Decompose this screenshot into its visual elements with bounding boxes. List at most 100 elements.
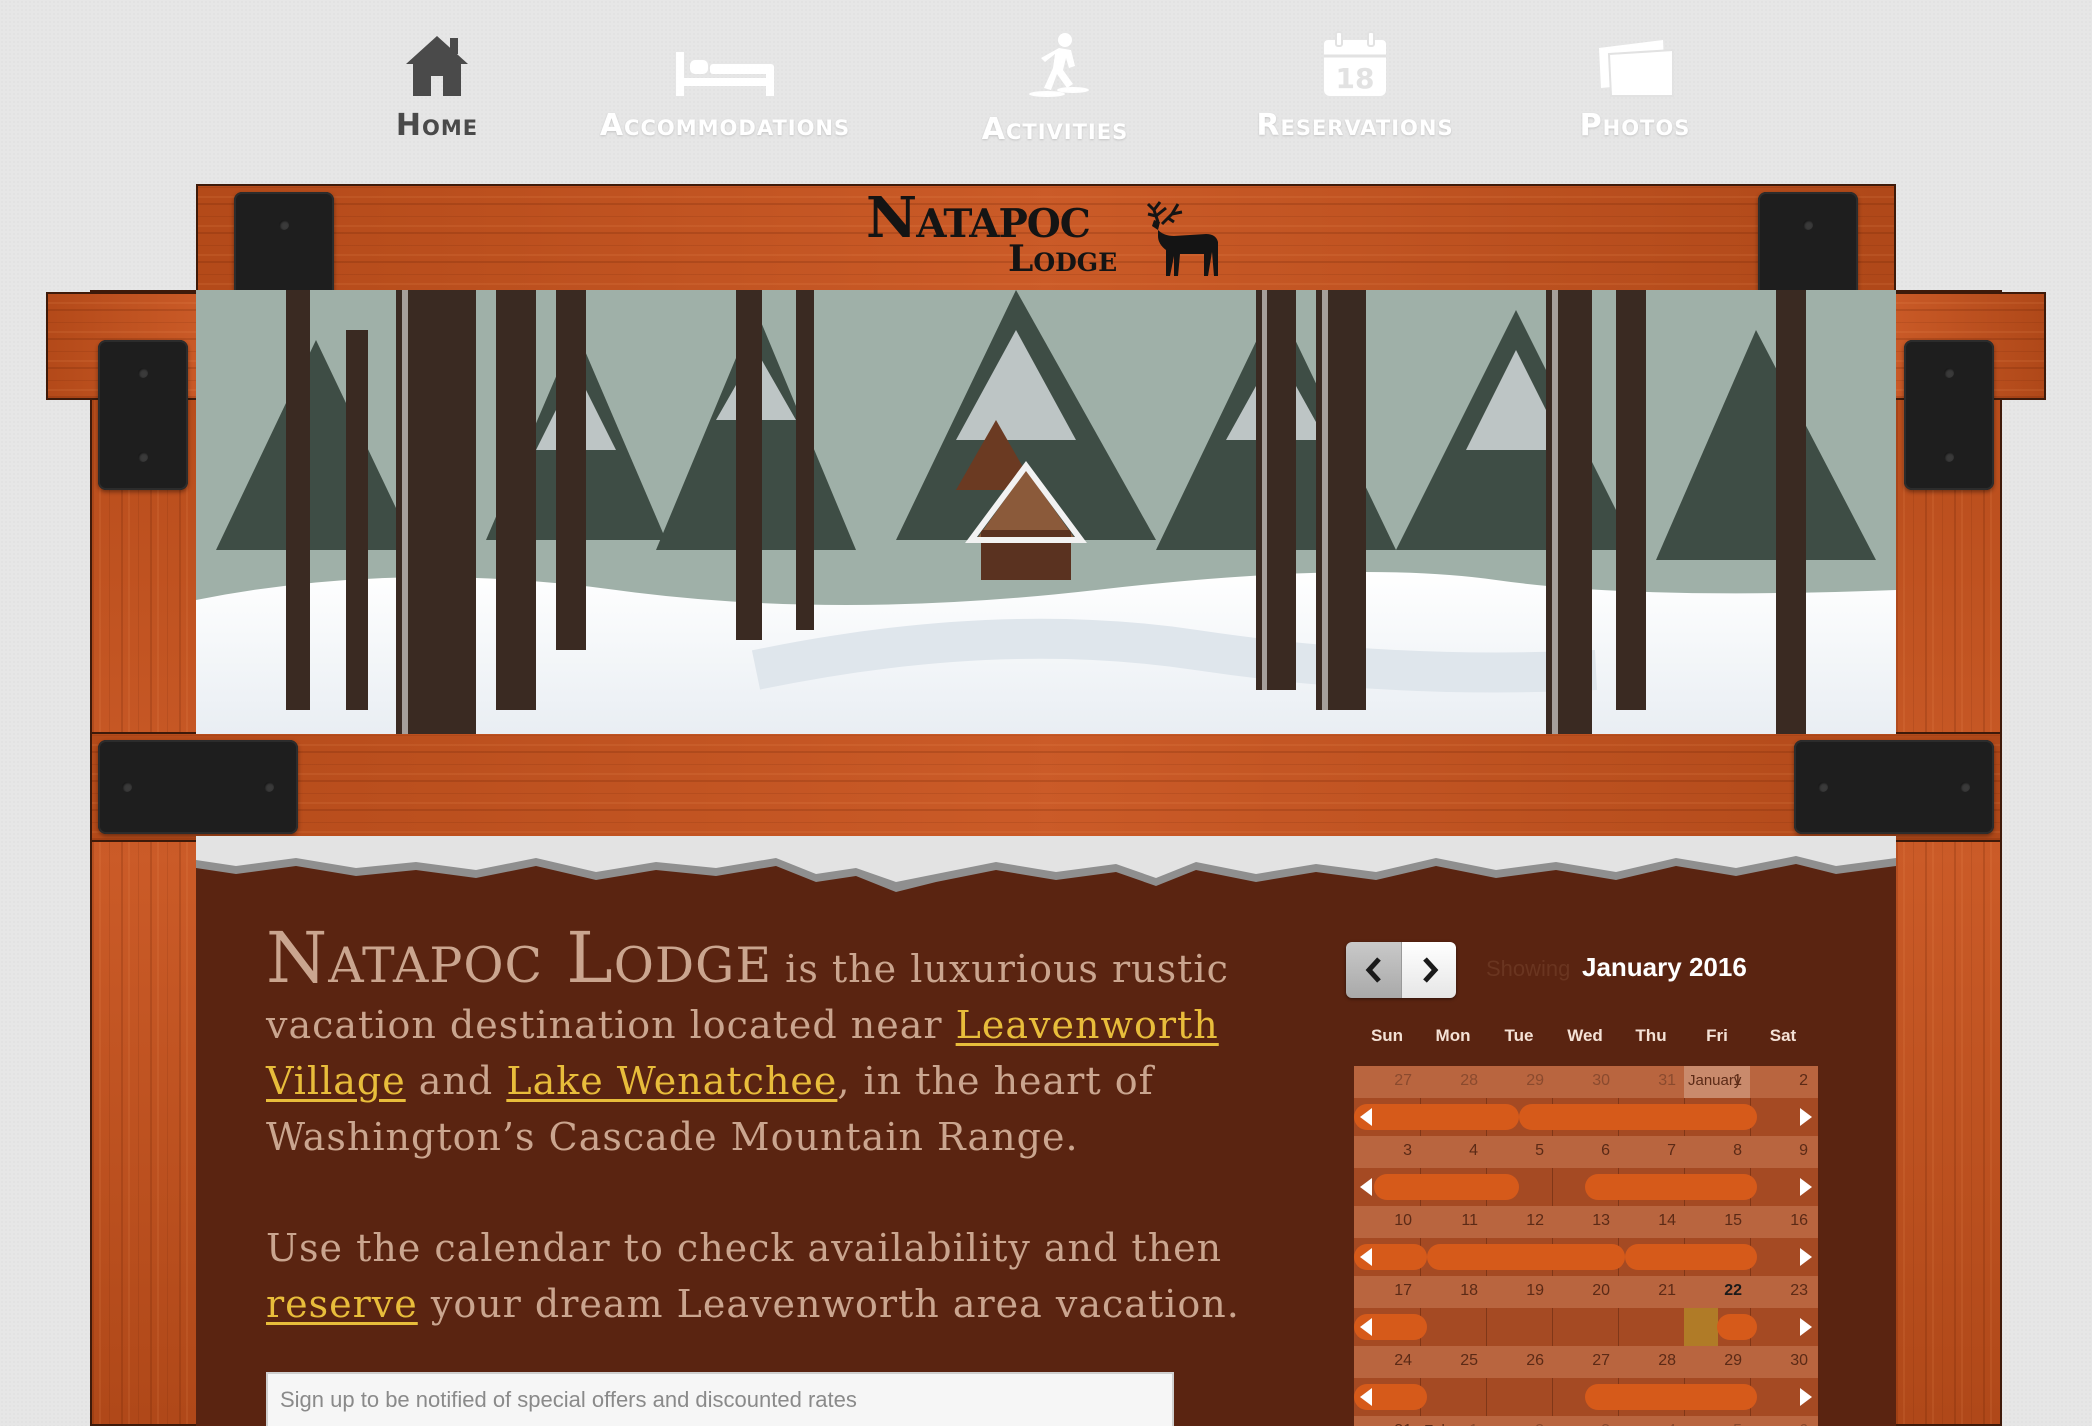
- row-next-arrow-icon[interactable]: [1800, 1388, 1812, 1406]
- site-logo[interactable]: Natapoc Lodge: [866, 190, 1236, 282]
- calendar-month-marker: January: [1688, 1072, 1742, 1089]
- calendar-day[interactable]: 15: [1684, 1206, 1750, 1238]
- lake-wenatchee-link[interactable]: Lake Wenatchee: [506, 1059, 837, 1103]
- calendar-booking-bar[interactable]: [1519, 1104, 1757, 1130]
- calendar-day[interactable]: 8: [1684, 1136, 1750, 1168]
- calendar-day[interactable]: 27: [1354, 1066, 1420, 1098]
- logo-subtitle: Lodge: [1008, 238, 1118, 280]
- row-prev-arrow-icon[interactable]: [1360, 1178, 1372, 1196]
- calendar-day[interactable]: 31: [1618, 1066, 1684, 1098]
- calendar-day[interactable]: 22: [1684, 1276, 1750, 1308]
- calendar-day[interactable]: 20: [1552, 1276, 1618, 1308]
- instructions-text-1: Use the calendar to check availability a…: [266, 1226, 1223, 1270]
- calendar-booking-bar[interactable]: [1717, 1314, 1757, 1340]
- calendar-day[interactable]: 31: [1354, 1416, 1420, 1426]
- calendar-booking-bar[interactable]: [1585, 1384, 1757, 1410]
- calendar-date-row: 24 25 26 27 28 29 30: [1354, 1346, 1818, 1378]
- weekday-fri: Fri: [1706, 1026, 1728, 1045]
- calendar-booking-bar[interactable]: [1354, 1104, 1519, 1130]
- calendar-showing-label: Showing: [1486, 956, 1571, 981]
- row-next-arrow-icon[interactable]: [1800, 1318, 1812, 1336]
- calendar-day[interactable]: 26: [1486, 1346, 1552, 1378]
- row-next-arrow-icon[interactable]: [1800, 1178, 1812, 1196]
- calendar-day[interactable]: 28: [1420, 1066, 1486, 1098]
- calendar-day[interactable]: 18: [1420, 1276, 1486, 1308]
- weekday-sat: Sat: [1769, 1026, 1797, 1045]
- calendar-day[interactable]: 3: [1354, 1136, 1420, 1168]
- instructions-text-2: your dream Leavenworth area vacation.: [417, 1282, 1240, 1326]
- bed-icon: [676, 52, 774, 96]
- calendar-availability-row: [1354, 1378, 1818, 1416]
- calendar-day[interactable]: 10: [1354, 1206, 1420, 1238]
- nav-accommodations[interactable]: Accommodations: [590, 30, 860, 143]
- calendar-day[interactable]: 28: [1618, 1346, 1684, 1378]
- row-prev-arrow-icon[interactable]: [1360, 1318, 1372, 1336]
- bracket-side-left: [98, 340, 188, 490]
- bracket-side-right: [1904, 340, 1994, 490]
- snowy-forest-illustration: [196, 290, 1896, 734]
- weekday-thu: Thu: [1635, 1026, 1667, 1045]
- calendar-day[interactable]: 16: [1750, 1206, 1816, 1238]
- calendar-day[interactable]: 21: [1618, 1276, 1684, 1308]
- calendar-day[interactable]: 30: [1750, 1346, 1816, 1378]
- hero-image: [196, 290, 1896, 734]
- calendar-booking-bar[interactable]: [1624, 1244, 1757, 1270]
- snowshoe-hiker-icon: [1029, 33, 1089, 97]
- calendar-day[interactable]: 2: [1750, 1066, 1816, 1098]
- calendar-day[interactable]: 9: [1750, 1136, 1816, 1168]
- calendar-day[interactable]: 23: [1750, 1276, 1816, 1308]
- row-prev-arrow-icon[interactable]: [1360, 1388, 1372, 1406]
- calendar-day[interactable]: 6: [1750, 1416, 1816, 1426]
- calendar-date-row: 10 11 12 13 14 15 16: [1354, 1206, 1818, 1238]
- calendar-day[interactable]: 30: [1552, 1066, 1618, 1098]
- calendar-day[interactable]: 4: [1420, 1136, 1486, 1168]
- calendar-day[interactable]: 13: [1552, 1206, 1618, 1238]
- calendar-date-row: 17 18 19 20 21 22 23: [1354, 1276, 1818, 1308]
- nav-home[interactable]: Home: [382, 30, 492, 143]
- calendar-day[interactable]: 17: [1354, 1276, 1420, 1308]
- nav-reservations[interactable]: 18 Reservations: [1240, 30, 1470, 143]
- calendar-day[interactable]: 11: [1420, 1206, 1486, 1238]
- nav-reservations-label: Reservations: [1256, 108, 1454, 143]
- nav-activities[interactable]: Activities: [970, 30, 1140, 147]
- weekday-tue: Tue: [1504, 1026, 1534, 1045]
- calendar-day[interactable]: 25: [1420, 1346, 1486, 1378]
- calendar-day[interactable]: 29: [1684, 1346, 1750, 1378]
- calendar-booking-bar[interactable]: [1585, 1174, 1757, 1200]
- calendar-month-marker: February: [1424, 1416, 1484, 1426]
- calendar-day[interactable]: 24: [1354, 1346, 1420, 1378]
- photos-icon: [1599, 40, 1674, 97]
- weekday-sun: Sun: [1370, 1026, 1404, 1045]
- lower-beam: [90, 732, 2002, 842]
- calendar-availability-row: [1354, 1238, 1818, 1276]
- row-next-arrow-icon[interactable]: [1800, 1248, 1812, 1266]
- nav-home-label: Home: [395, 108, 479, 143]
- row-next-arrow-icon[interactable]: [1800, 1108, 1812, 1126]
- newsletter-signup-input[interactable]: [266, 1372, 1174, 1426]
- calendar-day[interactable]: 29: [1486, 1066, 1552, 1098]
- calendar-day[interactable]: 5: [1486, 1136, 1552, 1168]
- calendar-next-button[interactable]: [1401, 942, 1456, 998]
- calendar-day[interactable]: 3: [1552, 1416, 1618, 1426]
- calendar-availability-row: [1354, 1098, 1818, 1136]
- calendar-day[interactable]: 12: [1486, 1206, 1552, 1238]
- calendar-day[interactable]: 2: [1486, 1416, 1552, 1426]
- nav-photos[interactable]: Photos: [1570, 30, 1700, 143]
- calendar-booking-bar[interactable]: [1426, 1244, 1625, 1270]
- calendar-selected-day[interactable]: [1684, 1308, 1718, 1346]
- calendar-grid: Sun Mon Tue Wed Thu Fri Sat 27 28 29 30 31 1 2…: [1354, 1026, 1818, 1426]
- calendar-day[interactable]: 5: [1684, 1416, 1750, 1426]
- calendar-day[interactable]: 4: [1618, 1416, 1684, 1426]
- calendar-day[interactable]: 7: [1618, 1136, 1684, 1168]
- calendar-prev-button[interactable]: [1346, 942, 1401, 998]
- row-prev-arrow-icon[interactable]: [1360, 1248, 1372, 1266]
- calendar-day[interactable]: 14: [1618, 1206, 1684, 1238]
- calendar-booking-bar[interactable]: [1373, 1174, 1519, 1200]
- calendar-day[interactable]: 6: [1552, 1136, 1618, 1168]
- calendar-day[interactable]: 19: [1486, 1276, 1552, 1308]
- nav-accommodations-label: Accommodations: [599, 108, 851, 143]
- row-prev-arrow-icon[interactable]: [1360, 1108, 1372, 1126]
- calendar-icon: 18: [1324, 31, 1386, 96]
- reserve-link[interactable]: reserve: [266, 1282, 418, 1326]
- calendar-day[interactable]: 27: [1552, 1346, 1618, 1378]
